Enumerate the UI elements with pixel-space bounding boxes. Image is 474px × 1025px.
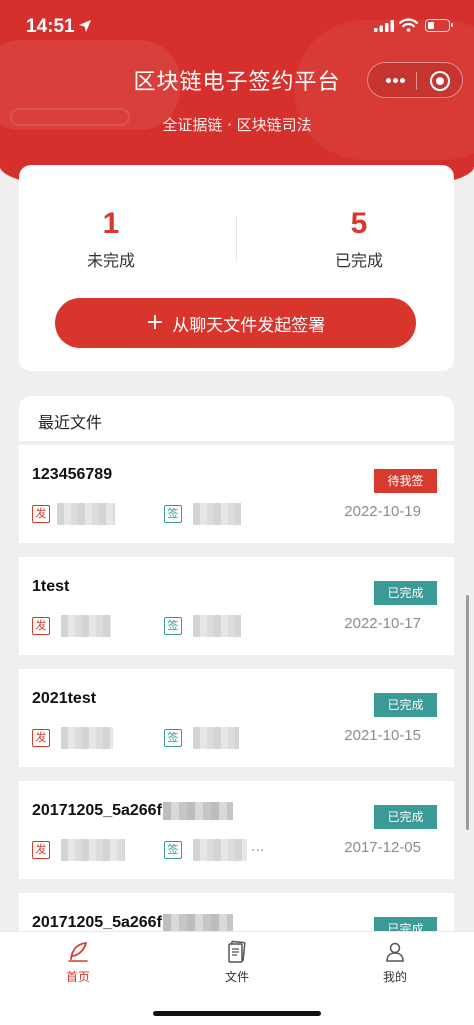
stat-incomplete-value: 1 [102, 207, 120, 240]
mini-program-capsule [367, 62, 463, 98]
status-badge: 已完成 [374, 581, 437, 605]
capsule-divider [416, 72, 417, 90]
sender-tag: 发 [32, 505, 50, 523]
sender-name-redacted [61, 839, 125, 861]
start-sign-label: 从聊天文件发起签署 [172, 315, 326, 336]
tab-files-label: 文件 [224, 970, 249, 984]
document-title-redacted [162, 914, 233, 932]
signer-name-ellipsis: ... [251, 839, 265, 855]
document-item[interactable]: 123456789 待我签 发 签 2022-10-19 [19, 445, 454, 543]
sender-name-redacted [61, 727, 113, 749]
quill-icon [68, 942, 88, 962]
stat-incomplete-label: 未完成 [86, 251, 135, 270]
stat-complete[interactable]: 5 已完成 [269, 207, 449, 271]
tab-home[interactable]: 首页 [18, 940, 138, 985]
document-title: 1test [32, 578, 70, 595]
document-item[interactable]: 1test 已完成 发 签 2022-10-17 [19, 557, 454, 655]
start-sign-button[interactable]: + 从聊天文件发起签署 [55, 298, 416, 348]
document-date: 2022-10-17 [344, 615, 421, 632]
status-time: 14:51 [26, 16, 75, 37]
battery-icon [425, 19, 453, 32]
more-icon[interactable] [378, 63, 416, 97]
plus-icon: + [145, 310, 165, 335]
recent-files-header: 最近文件 [19, 396, 454, 442]
document-title: 20171205_5a266f [32, 802, 233, 820]
sender-tag: 发 [32, 729, 50, 747]
signer-tag: 签 [164, 841, 182, 859]
stats-card: 1 未完成 5 已完成 + 从聊天文件发起签署 [19, 165, 454, 371]
scrollbar[interactable] [466, 595, 469, 830]
document-title: 20171205_5a266f [32, 914, 233, 932]
document-title-redacted [162, 802, 233, 820]
home-indicator [153, 1011, 321, 1016]
document-date: 2022-10-19 [344, 503, 421, 520]
recent-files-title: 最近文件 [38, 413, 103, 432]
document-date: 2021-10-15 [344, 727, 421, 744]
signer-name-redacted [193, 615, 241, 637]
document-item[interactable]: 2021test 已完成 发 签 2021-10-15 [19, 669, 454, 767]
sender-name-redacted [57, 503, 115, 525]
tab-profile[interactable]: 我的 [335, 940, 455, 985]
status-badge: 已完成 [374, 805, 437, 829]
stat-divider [236, 217, 237, 261]
signer-name-redacted [193, 727, 239, 749]
stat-complete-value: 5 [350, 207, 368, 240]
tab-profile-label: 我的 [382, 970, 407, 984]
signer-name-redacted [193, 503, 241, 525]
stat-incomplete[interactable]: 1 未完成 [21, 207, 201, 271]
signer-tag: 签 [164, 505, 182, 523]
sender-tag: 发 [32, 841, 50, 859]
stat-complete-label: 已完成 [334, 251, 383, 270]
document-item[interactable]: 20171205_5a266f 已完成 发 签 ... 2017-12-05 [19, 781, 454, 879]
document-title-text: 20171205_5a266f [32, 802, 162, 820]
status-badge: 待我签 [374, 469, 437, 493]
document-date: 2017-12-05 [344, 839, 421, 856]
document-title-text: 20171205_5a266f [32, 914, 162, 932]
tab-files[interactable]: 文件 [177, 940, 297, 985]
close-icon[interactable] [430, 71, 450, 91]
page-subtitle: 全证据链 · 区块链司法 [162, 116, 312, 134]
document-icon [228, 940, 246, 963]
document-title: 2021test [32, 690, 97, 707]
wifi-icon [399, 18, 418, 32]
status-badge: 已完成 [374, 693, 437, 717]
document-title: 123456789 [32, 466, 113, 483]
sender-name-redacted [61, 615, 111, 637]
tab-home-label: 首页 [65, 970, 90, 984]
sender-tag: 发 [32, 617, 50, 635]
status-bar: 14:51 [0, 0, 474, 54]
location-arrow-icon [79, 20, 91, 32]
signer-name-redacted [193, 839, 247, 861]
signal-icon [374, 20, 394, 32]
user-icon [386, 942, 404, 962]
signer-tag: 签 [164, 617, 182, 635]
signer-tag: 签 [164, 729, 182, 747]
